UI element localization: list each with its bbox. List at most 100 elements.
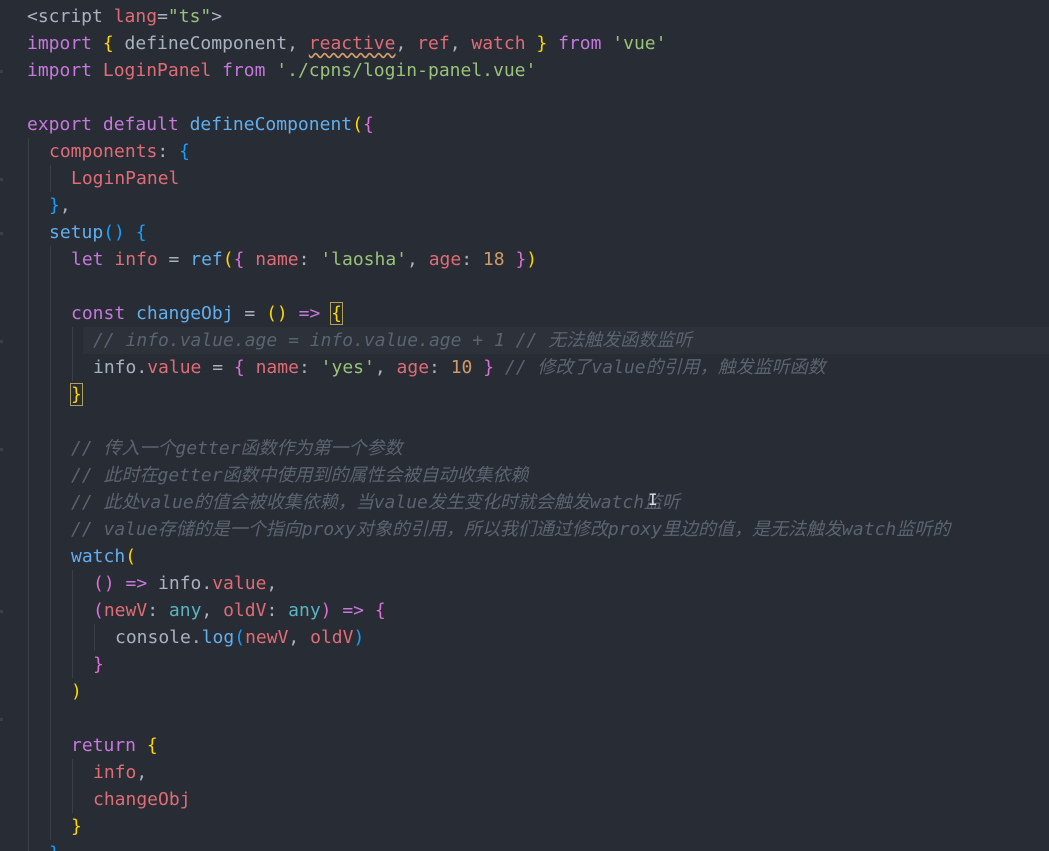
code-line[interactable]: import { defineComponent, reactive, ref,… xyxy=(27,30,1049,57)
code-line[interactable]: setup() { xyxy=(27,219,1049,246)
code-line[interactable]: info, xyxy=(27,759,1049,786)
code-line[interactable] xyxy=(27,705,1049,732)
gutter-fold-marker[interactable] xyxy=(0,448,3,451)
code-text: let info = ref({ name: 'laosha', age: 18… xyxy=(27,249,537,270)
code-line[interactable]: // value存储的是一个指向proxy对象的引用，所以我们通过修改proxy… xyxy=(27,516,1049,543)
gutter-fold-marker[interactable] xyxy=(0,178,3,181)
code-line[interactable]: components: { xyxy=(27,138,1049,165)
code-token: 10 xyxy=(450,357,484,378)
code-token: ( xyxy=(222,249,234,270)
code-token: import xyxy=(27,33,103,54)
code-token: // 修改了value的引用，触发监听函数 xyxy=(504,357,826,378)
code-token: , xyxy=(266,573,278,594)
code-token: // 此处value的值会被收集依赖，当value发生变化时就会触发watch监… xyxy=(71,492,681,513)
code-token: newV xyxy=(103,600,148,621)
code-line[interactable] xyxy=(27,408,1049,435)
code-line[interactable]: } xyxy=(27,651,1049,678)
code-editor[interactable]: <script lang="ts"> import { defineCompone… xyxy=(0,0,1049,851)
code-token: info xyxy=(93,762,137,783)
gutter-fold-marker[interactable] xyxy=(0,232,3,235)
code-text: import { defineComponent, reactive, ref,… xyxy=(27,33,666,54)
code-line[interactable]: () => info.value, xyxy=(27,570,1049,597)
code-line[interactable]: export default defineComponent({ xyxy=(27,111,1049,138)
code-token: // info.value.age = info.value.age + 1 /… xyxy=(93,330,693,351)
code-line[interactable]: } xyxy=(27,840,1049,851)
code-token: } xyxy=(93,654,104,675)
code-text: // 此处value的值会被收集依赖，当value发生变化时就会触发watch监… xyxy=(27,492,680,513)
code-token: './cpns/login-panel.vue' xyxy=(276,60,537,81)
code-token: { xyxy=(102,33,125,54)
code-line[interactable]: let info = ref({ name: 'laosha', age: 18… xyxy=(27,246,1049,273)
code-token: : xyxy=(266,600,289,621)
code-token: value xyxy=(212,573,267,594)
code-line[interactable]: <script lang="ts"> xyxy=(27,3,1049,30)
gutter-fold-marker[interactable] xyxy=(0,718,3,721)
code-token: = xyxy=(168,249,191,270)
code-token: newV xyxy=(245,627,289,648)
code-line[interactable]: // 此处value的值会被收集依赖，当value发生变化时就会触发watch监… xyxy=(27,489,1049,516)
code-line[interactable]: watch( xyxy=(27,543,1049,570)
code-token: return xyxy=(71,735,147,756)
code-text: } xyxy=(27,816,82,837)
code-token: setup xyxy=(49,222,104,243)
gutter-fold-marker[interactable] xyxy=(0,70,3,73)
code-line[interactable]: // 此时在getter函数中使用到的属性会被自动收集依赖 xyxy=(27,462,1049,489)
code-line[interactable]: } xyxy=(27,813,1049,840)
code-line[interactable]: ) xyxy=(27,678,1049,705)
code-line[interactable]: // info.value.age = info.value.age + 1 /… xyxy=(27,327,1049,354)
code-text: setup() { xyxy=(27,222,147,243)
code-text: console.log(newV, oldV) xyxy=(27,627,364,648)
code-token: info. xyxy=(93,357,148,378)
code-token: // 传入一个getter函数作为第一个参数 xyxy=(71,438,403,459)
code-token: from xyxy=(558,33,613,54)
code-token: name xyxy=(255,357,299,378)
code-line[interactable]: (newV: any, oldV: any) => { xyxy=(27,597,1049,624)
code-text: <script lang="ts"> xyxy=(27,6,222,27)
code-token: ( xyxy=(234,627,246,648)
code-line[interactable]: LoginPanel xyxy=(27,165,1049,192)
code-token: ) xyxy=(71,681,82,702)
gutter-fold-marker[interactable] xyxy=(0,340,3,343)
code-line[interactable]: }, xyxy=(27,192,1049,219)
code-token: : xyxy=(429,357,451,378)
code-line[interactable]: import LoginPanel from './cpns/login-pan… xyxy=(27,57,1049,84)
code-token: let xyxy=(71,249,115,270)
gutter-fold-marker[interactable] xyxy=(0,610,3,613)
code-line[interactable]: console.log(newV, oldV) xyxy=(27,624,1049,651)
code-token: 'yes' xyxy=(320,357,375,378)
code-line[interactable]: changeObj xyxy=(27,786,1049,813)
code-token: } xyxy=(515,249,527,270)
code-token: () { xyxy=(103,222,147,243)
code-line[interactable]: return { xyxy=(27,732,1049,759)
code-token: oldV xyxy=(310,627,354,648)
code-token: defineComponent xyxy=(189,114,353,135)
code-token: > xyxy=(211,6,223,27)
code-token: = xyxy=(212,357,234,378)
code-line[interactable]: const changeObj = () => { xyxy=(27,300,1049,327)
code-line[interactable]: // 传入一个getter函数作为第一个参数 xyxy=(27,435,1049,462)
code-line[interactable]: info.value = { name: 'yes', age: 10 } //… xyxy=(27,354,1049,381)
code-token: } xyxy=(70,383,83,406)
code-token: : xyxy=(461,249,483,270)
code-token: "ts" xyxy=(167,6,212,27)
code-token: components xyxy=(49,141,158,162)
code-token: lang xyxy=(113,6,158,27)
code-token: ) xyxy=(353,627,365,648)
code-token: age xyxy=(396,357,430,378)
code-text: () => info.value, xyxy=(27,573,277,594)
code-token: const xyxy=(71,303,137,324)
code-line[interactable] xyxy=(27,84,1049,111)
code-line[interactable] xyxy=(27,273,1049,300)
code-text: components: { xyxy=(27,141,190,162)
code-token: => xyxy=(125,573,159,594)
code-text: info.value = { name: 'yes', age: 10 } //… xyxy=(27,357,826,378)
code-line[interactable]: } xyxy=(27,381,1049,408)
code-token: from xyxy=(222,60,277,81)
code-text: // value存储的是一个指向proxy对象的引用，所以我们通过修改proxy… xyxy=(27,519,950,540)
code-token: { xyxy=(233,249,256,270)
code-lines[interactable]: <script lang="ts"> import { defineCompone… xyxy=(27,3,1049,851)
text-cursor-icon: I xyxy=(648,490,658,509)
code-token: import xyxy=(27,60,103,81)
